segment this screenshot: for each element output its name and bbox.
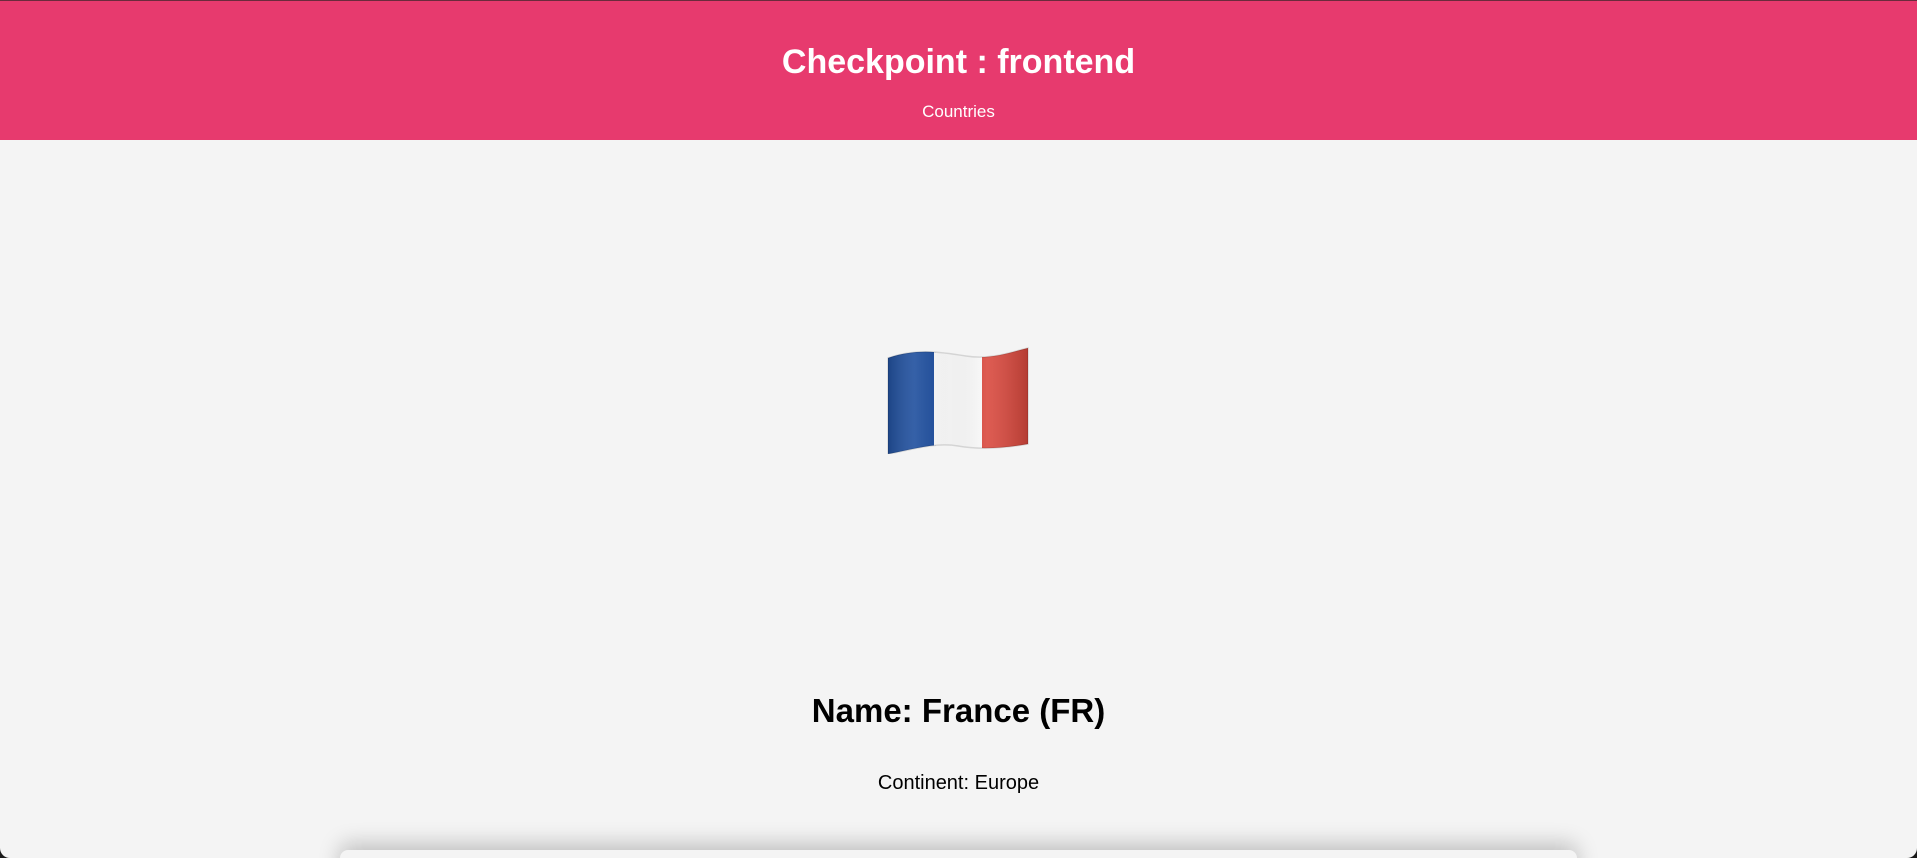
next-card-edge: [340, 850, 1577, 858]
countries-nav-link[interactable]: Countries: [922, 101, 995, 123]
app-window: Checkpoint : frontend Countries Name: Fr…: [0, 0, 1917, 858]
france-flag-icon: [886, 346, 1030, 454]
country-continent: Continent: Europe: [877, 772, 1040, 794]
app-header: Checkpoint : frontend Countries: [0, 0, 1917, 140]
page-title: Checkpoint : frontend: [781, 43, 1136, 81]
country-name: Name: France (FR): [811, 692, 1106, 729]
